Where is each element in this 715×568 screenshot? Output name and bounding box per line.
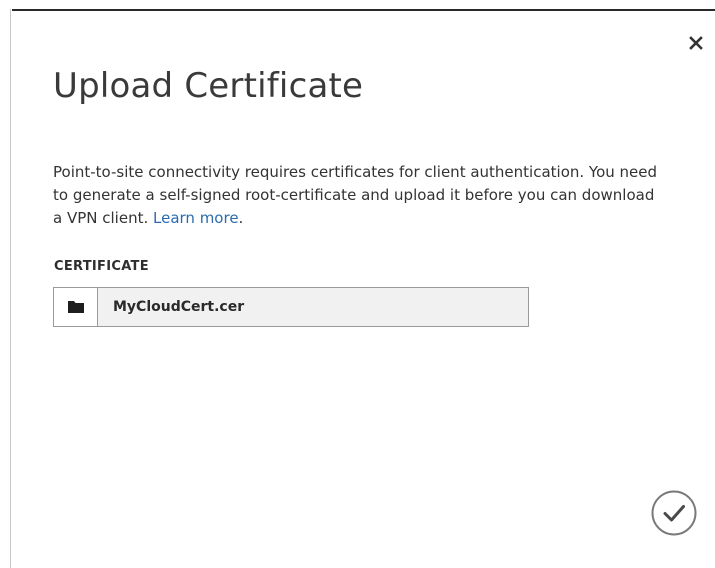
dialog-description: Point-to-site connectivity requires cert… (53, 161, 663, 230)
learn-more-link[interactable]: Learn more (153, 209, 239, 227)
dialog-title: Upload Certificate (53, 66, 364, 106)
close-button[interactable] (684, 31, 708, 55)
browse-button[interactable] (54, 288, 98, 326)
confirm-button[interactable] (650, 489, 698, 537)
dialog-top-border (12, 9, 715, 11)
certificate-label: CERTIFICATE (54, 259, 149, 274)
certificate-file-field[interactable]: MyCloudCert.cer (53, 287, 529, 327)
certificate-file-name[interactable]: MyCloudCert.cer (98, 288, 528, 326)
folder-icon (67, 301, 84, 313)
checkmark-circle-icon (651, 490, 697, 536)
close-icon (689, 36, 703, 50)
description-text: Point-to-site connectivity requires cert… (53, 163, 658, 227)
upload-certificate-dialog: Upload Certificate Point-to-site connect… (0, 0, 715, 568)
description-end: . (238, 209, 244, 227)
dialog-left-border (10, 9, 11, 568)
